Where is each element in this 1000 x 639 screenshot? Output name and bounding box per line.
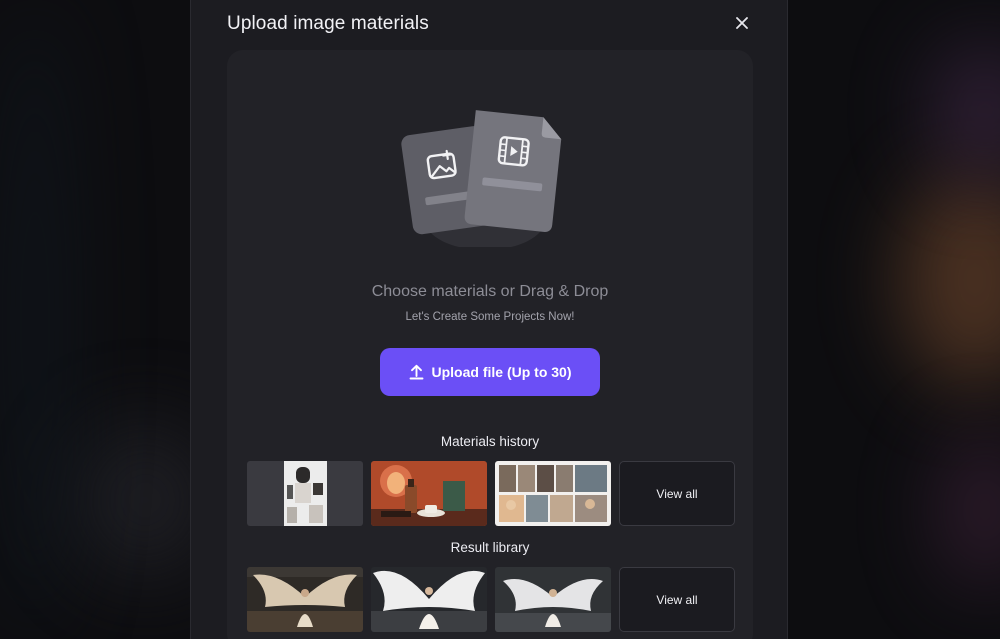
upload-file-button[interactable]: Upload file (Up to 30) [380, 348, 600, 396]
result-library-row: View all [247, 567, 735, 632]
drop-headline: Choose materials or Drag & Drop [371, 283, 609, 300]
upload-icon [409, 364, 423, 380]
upload-dialog: Upload image materials Choose materials … [190, 0, 788, 639]
product-collage-thumbnail[interactable] [247, 461, 363, 526]
results-view-all-button[interactable]: View all [619, 567, 735, 632]
angel-wings-result-1[interactable] [247, 567, 363, 632]
result-library-label: Result library [450, 540, 530, 555]
close-icon [736, 17, 748, 29]
angel-wings-result-3[interactable] [495, 567, 611, 632]
drop-zone[interactable]: Choose materials or Drag & Drop Let's Cr… [227, 50, 753, 639]
perfume-still-life-thumbnail[interactable] [371, 461, 487, 526]
drop-subtext: Let's Create Some Projects Now! [405, 311, 575, 323]
upload-file-label: Upload file (Up to 30) [431, 364, 572, 380]
angel-wings-result-2[interactable] [371, 567, 487, 632]
materials-history-row: View all [247, 461, 735, 526]
materials-view-all-button[interactable]: View all [619, 461, 735, 526]
close-button[interactable] [731, 12, 753, 34]
upload-illustration [399, 102, 569, 247]
portrait-grid-thumbnail[interactable] [495, 461, 611, 526]
dialog-title: Upload image materials [227, 13, 429, 34]
materials-history-label: Materials history [440, 434, 540, 449]
